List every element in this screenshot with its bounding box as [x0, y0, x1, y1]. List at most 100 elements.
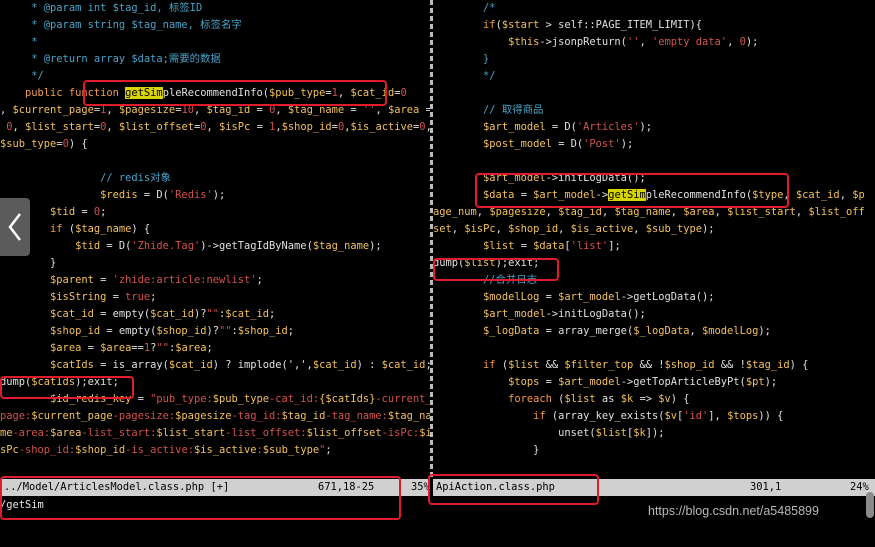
code-token: if: [483, 359, 496, 371]
code-token: $area: [175, 342, 207, 354]
code-token: );: [764, 376, 778, 388]
code-token: $id_redis_key: [50, 393, 132, 405]
code-line: $redis = D('Redis');: [0, 187, 225, 204]
code-token: $_logData: [483, 325, 540, 337]
left-status-position: 671,18-25: [318, 481, 375, 493]
code-token: $_logData: [633, 325, 690, 337]
code-token: $this: [508, 36, 540, 48]
code-token: $is_active: [570, 223, 634, 235]
code-token: (: [551, 393, 565, 405]
code-line: // redis对象: [0, 170, 171, 187]
command-line[interactable]: /getSim: [0, 497, 44, 514]
code-token: //合并日志: [433, 274, 538, 286]
code-token: $list_off: [808, 206, 865, 218]
code-token: ,: [670, 206, 684, 218]
code-token: $modelLog: [483, 291, 540, 303]
code-token: true: [125, 291, 151, 303]
code-token: = array_merge(: [539, 325, 634, 337]
code-token: $shop_id: [50, 325, 101, 337]
code-token: $cat_id: [350, 87, 395, 99]
code-token: $pt: [745, 376, 765, 388]
code-token: = empty(: [93, 308, 151, 320]
right-editor-pane[interactable]: /* if($start > self::PAGE_ITEM_LIMIT){ $…: [433, 0, 875, 478]
code-token: = empty(: [100, 325, 157, 337]
code-token: );: [702, 223, 715, 235]
code-token: publ: [0, 87, 51, 99]
code-token: }: [433, 53, 490, 65]
code-token: ,: [375, 104, 388, 116]
code-line: if (array_key_exists($v['id'], $tops)) {: [433, 408, 783, 425]
code-token: dump(: [0, 376, 32, 388]
code-token: =: [514, 189, 534, 201]
code-token: $art_model: [558, 291, 621, 303]
code-line: // 取得商品: [433, 102, 543, 119]
code-token: );: [758, 325, 771, 337]
code-line: page:$current_page-pagesize:$pagesize-ta…: [0, 408, 430, 425]
code-token: ,: [714, 206, 728, 218]
code-line: $isString = true;: [0, 289, 156, 306]
code-token: $tag_id: [281, 410, 326, 422]
code-token: $tag_name: [614, 206, 671, 218]
code-token: $list_offset: [118, 121, 194, 133]
code-token: =>: [633, 393, 659, 405]
code-token: ,: [193, 104, 207, 116]
code-token: $post_model: [483, 138, 552, 150]
code-token: $v: [658, 393, 671, 405]
code-token: -shop_id:: [18, 444, 76, 456]
code-token: = is_array(: [93, 359, 169, 371]
code-token: c function: [56, 87, 126, 99]
previous-page-button[interactable]: [0, 198, 30, 256]
code-line: if($start > self::PAGE_ITEM_LIMIT){: [433, 17, 702, 34]
code-line: $post_model = D('Post');: [433, 136, 633, 153]
code-token: -cat_id:: [269, 393, 320, 405]
code-line: 0, $list_start=0, $list_offset=0, $isPc …: [0, 119, 430, 136]
code-token: > self::PAGE_ITEM_LIMIT){: [539, 19, 703, 31]
code-token: ) {: [68, 138, 88, 150]
code-token: $cat_id: [312, 359, 357, 371]
code-token: ,: [839, 189, 853, 201]
code-token: ,: [601, 206, 615, 218]
code-line: $_logData = array_merge($_logData, $mode…: [433, 323, 771, 340]
code-line: * @param string $tag_name, 标签名字: [0, 17, 241, 34]
left-editor-pane[interactable]: * @param int $tag_id, 标签ID * @param stri…: [0, 0, 430, 478]
code-token: 'zhide:article:newlist': [112, 274, 257, 286]
code-token: )->getTagIdByName(: [200, 240, 313, 252]
code-token: $area: [387, 104, 420, 116]
watermark: https://blog.csdn.net/a5485899: [648, 504, 819, 518]
code-token: $list: [464, 257, 496, 269]
code-token: ,: [476, 206, 490, 218]
code-token: getSim: [125, 87, 163, 99]
code-token: $p: [852, 189, 865, 201]
code-token: 'Redis': [168, 189, 213, 201]
code-token: $start: [501, 19, 540, 31]
code-token: me: [0, 427, 13, 439]
code-token: $parent: [50, 274, 94, 286]
scrollbar-thumb[interactable]: [866, 492, 874, 518]
code-token: =: [425, 104, 430, 116]
code-token: if: [483, 19, 496, 31]
code-token: $pagesize: [489, 206, 546, 218]
code-token: -list_start:: [81, 427, 157, 439]
code-token: $art_model: [483, 308, 546, 320]
code-token: -tag_id:: [231, 410, 282, 422]
code-line: $id_redis_key = "pub_type:$pub_type-cat_…: [0, 391, 430, 408]
code-line: set, $isPc, $shop_id, $is_active, $sub_t…: [433, 221, 715, 238]
code-token: getSim: [608, 189, 646, 201]
code-token: set: [433, 223, 452, 235]
code-line: $cat_id = empty($cat_id)?"":$cat_id;: [0, 306, 275, 323]
code-line: }: [433, 51, 489, 68]
code-token: 'Articles': [576, 121, 640, 133]
code-token: $tag_id: [206, 104, 251, 116]
code-token: ->getTopArticleByPt(: [620, 376, 746, 388]
code-token: $shop_id: [664, 359, 715, 371]
code-line: */: [433, 68, 496, 85]
